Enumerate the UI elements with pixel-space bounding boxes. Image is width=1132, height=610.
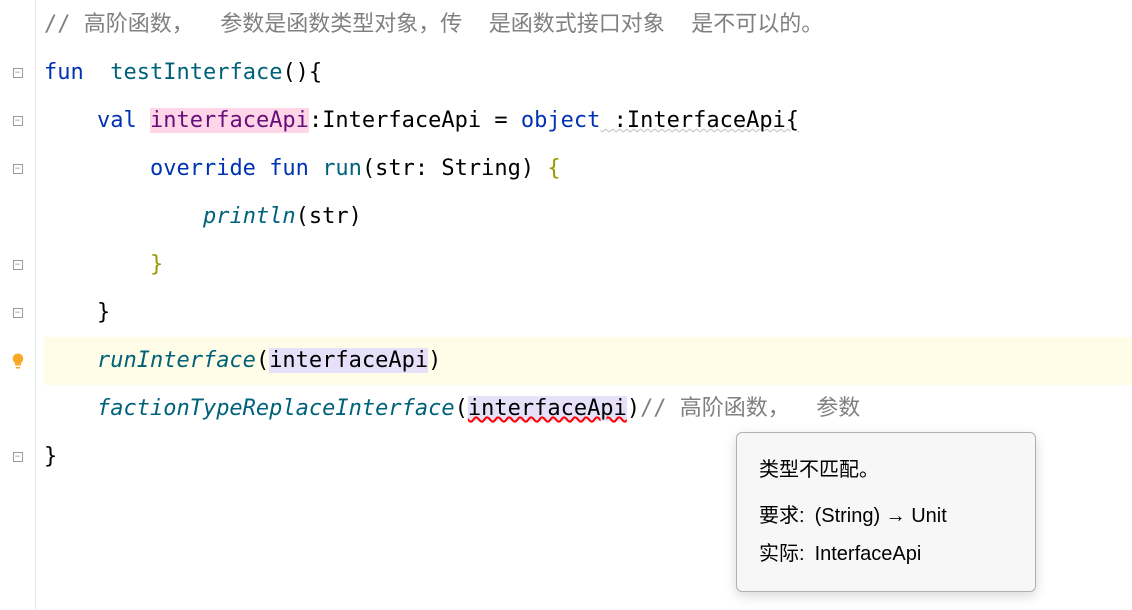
code-line[interactable]: val interfaceApi:InterfaceApi = object :… <box>44 97 1132 145</box>
type-name: InterfaceApi <box>322 108 481 133</box>
paren: ) <box>627 396 640 421</box>
error-tooltip: 类型不匹配。 要求: (String) → Unit 实际: Interface… <box>736 432 1036 592</box>
tooltip-required-label: 要求: <box>759 497 805 535</box>
params: (str: String) <box>362 156 547 181</box>
gutter-row[interactable]: − <box>0 433 35 481</box>
tooltip-required-value: (String) → Unit <box>815 497 947 535</box>
code-editor[interactable]: // 高阶函数， 参数是函数类型对象，传 是函数式接口对象 是不可以的。 fun… <box>36 0 1132 610</box>
keyword-override: override <box>150 156 256 181</box>
method-call: println <box>203 204 296 229</box>
keyword-fun: fun <box>269 156 309 181</box>
gutter-row[interactable]: − <box>0 97 35 145</box>
gutter-row <box>0 385 35 433</box>
gutter-row[interactable] <box>0 337 35 385</box>
variable-name: interfaceApi <box>150 108 309 133</box>
fold-icon[interactable]: − <box>13 452 23 462</box>
gutter-row[interactable]: − <box>0 49 35 97</box>
tooltip-required-row: 要求: (String) → Unit <box>759 497 1013 535</box>
code-line[interactable]: factionTypeReplaceInterface(interfaceApi… <box>44 385 1132 433</box>
tooltip-found-label: 实际: <box>759 535 805 573</box>
method-call: factionTypeReplaceInterface <box>97 396 455 421</box>
gutter-row[interactable]: − <box>0 241 35 289</box>
fold-icon[interactable]: − <box>13 116 23 126</box>
function-name: run <box>322 156 362 181</box>
gutter-row <box>0 1 35 49</box>
code-line[interactable]: fun testInterface(){ <box>44 49 1132 97</box>
code-line[interactable]: // 高阶函数， 参数是函数类型对象，传 是函数式接口对象 是不可以的。 <box>44 1 1132 49</box>
comment-text: // 高阶函数， 参数是函数类型对象，传 是函数式接口对象 是不可以的。 <box>44 12 823 37</box>
method-call: runInterface <box>97 348 256 373</box>
tooltip-found-row: 实际: InterfaceApi <box>759 535 1013 573</box>
text: = <box>481 108 521 133</box>
tooltip-found-value: InterfaceApi <box>815 535 922 573</box>
fold-icon[interactable]: − <box>13 68 23 78</box>
brace: } <box>150 252 163 277</box>
code-line-highlighted[interactable]: runInterface(interfaceApi) <box>44 337 1132 385</box>
comment-text: // 高阶函数， 参数 <box>640 396 860 421</box>
keyword-val: val <box>97 108 137 133</box>
brace: } <box>44 444 57 469</box>
paren: ) <box>428 348 441 373</box>
code-line[interactable]: override fun run(str: String) { <box>44 145 1132 193</box>
text: (){ <box>282 60 322 85</box>
paren: ( <box>455 396 468 421</box>
gutter-row <box>0 193 35 241</box>
keyword-fun: fun <box>44 60 84 85</box>
code-line[interactable]: println(str) <box>44 193 1132 241</box>
gutter-row[interactable]: − <box>0 289 35 337</box>
args: (str) <box>296 204 362 229</box>
tooltip-title: 类型不匹配。 <box>759 451 1013 489</box>
editor-gutter: − − − − − − <box>0 0 36 610</box>
brace: } <box>97 300 110 325</box>
fold-icon[interactable]: − <box>13 260 23 270</box>
gutter-row[interactable]: − <box>0 145 35 193</box>
function-name: testInterface <box>110 60 282 85</box>
text: :InterfaceApi{ <box>600 108 799 133</box>
code-line[interactable]: } <box>44 289 1132 337</box>
code-line[interactable]: } <box>44 241 1132 289</box>
keyword-object: object <box>521 108 600 133</box>
argument: interfaceApi <box>269 348 428 373</box>
fold-icon[interactable]: − <box>13 164 23 174</box>
lightbulb-icon[interactable] <box>9 352 27 370</box>
argument-error: interfaceApi <box>468 396 627 421</box>
fold-icon[interactable]: − <box>13 308 23 318</box>
paren: ( <box>256 348 269 373</box>
brace: { <box>547 156 560 181</box>
